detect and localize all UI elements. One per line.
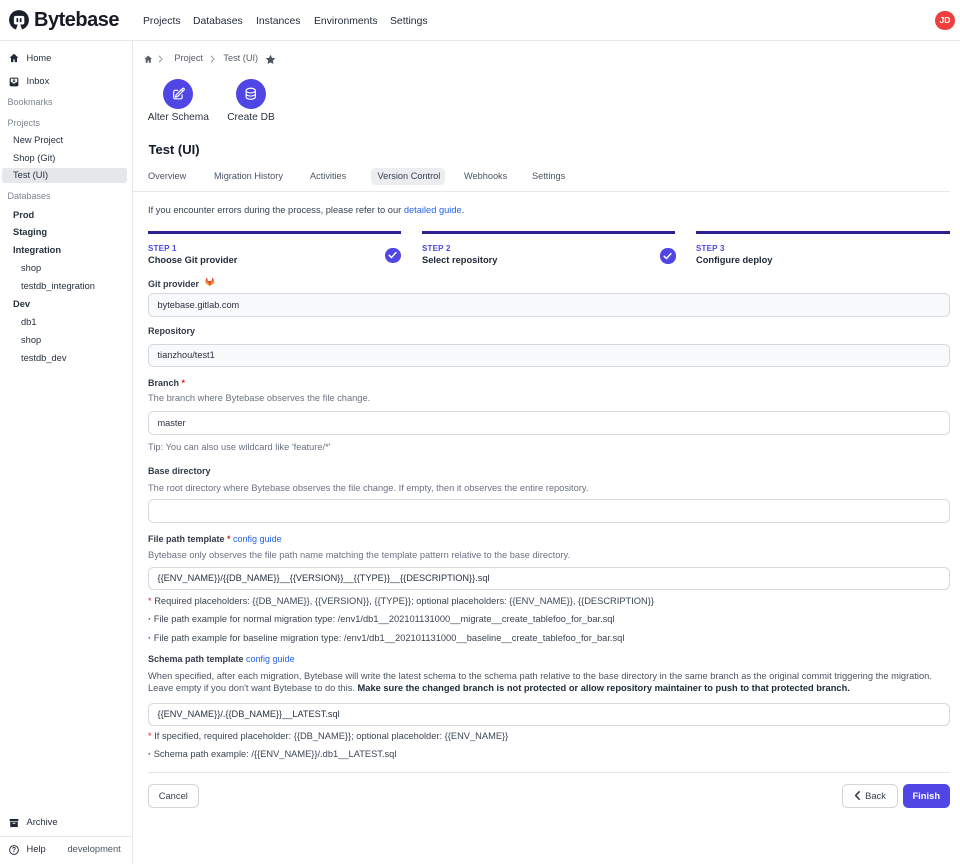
svg-text:?: ? <box>12 847 16 854</box>
